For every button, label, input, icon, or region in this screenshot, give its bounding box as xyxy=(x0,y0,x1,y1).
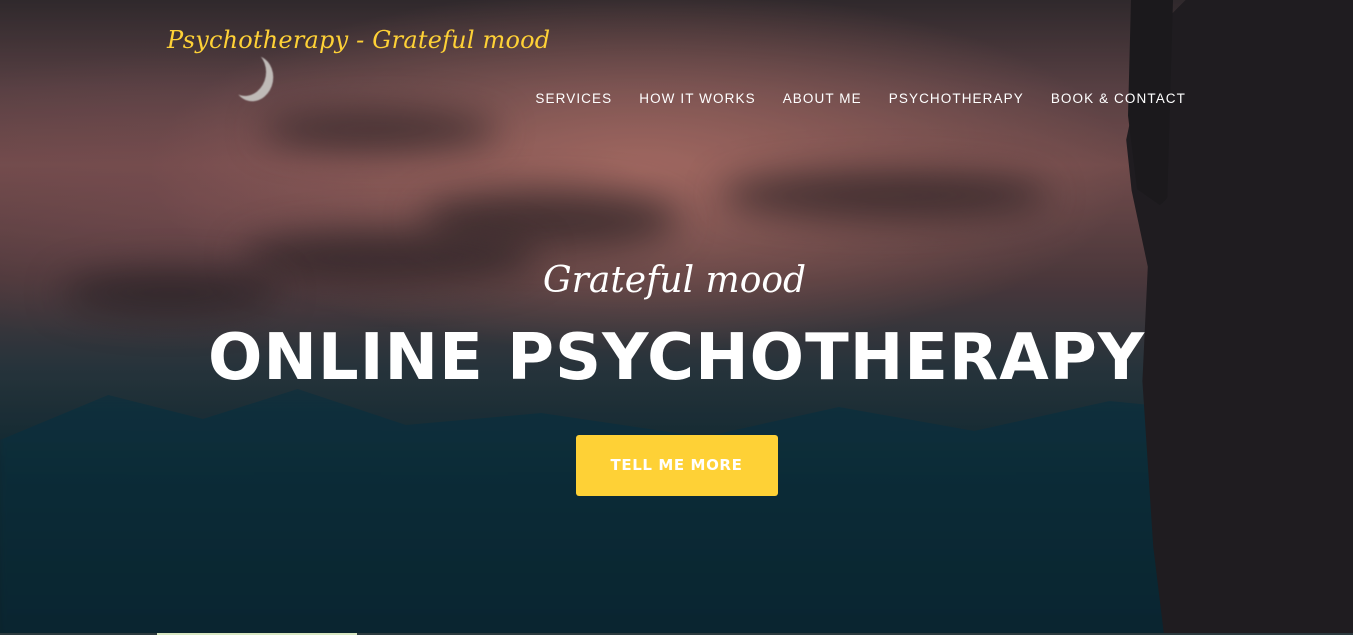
main-nav: SERVICES HOW IT WORKS ABOUT ME PSYCHOTHE… xyxy=(508,90,1186,108)
nav-item: HOW IT WORKS xyxy=(639,90,755,108)
nav-link-book-contact[interactable]: BOOK & CONTACT xyxy=(1051,91,1186,106)
nav-link-about-me[interactable]: ABOUT ME xyxy=(783,91,862,106)
nav-link-psychotherapy[interactable]: PSYCHOTHERAPY xyxy=(889,91,1024,106)
nav-link-how-it-works[interactable]: HOW IT WORKS xyxy=(639,91,755,106)
hero-heading: ONLINE PSYCHOTHERAPY xyxy=(207,321,1146,395)
tell-me-more-button[interactable]: TELL ME MORE xyxy=(575,435,778,496)
nav-item: PSYCHOTHERAPY xyxy=(889,90,1024,108)
nav-link-services[interactable]: SERVICES xyxy=(535,91,612,106)
hero-lead-text: Grateful mood xyxy=(542,260,807,301)
nav-item: SERVICES xyxy=(535,90,612,108)
hero-intro: Grateful mood ONLINE PSYCHOTHERAPY TELL … xyxy=(0,258,1353,496)
nav-item: BOOK & CONTACT xyxy=(1051,90,1186,108)
hero-section: Psychotherapy - Grateful mood SERVICES H… xyxy=(0,0,1353,635)
nav-item: ABOUT ME xyxy=(783,90,862,108)
brand-logo-link[interactable]: Psychotherapy - Grateful mood xyxy=(167,26,550,54)
